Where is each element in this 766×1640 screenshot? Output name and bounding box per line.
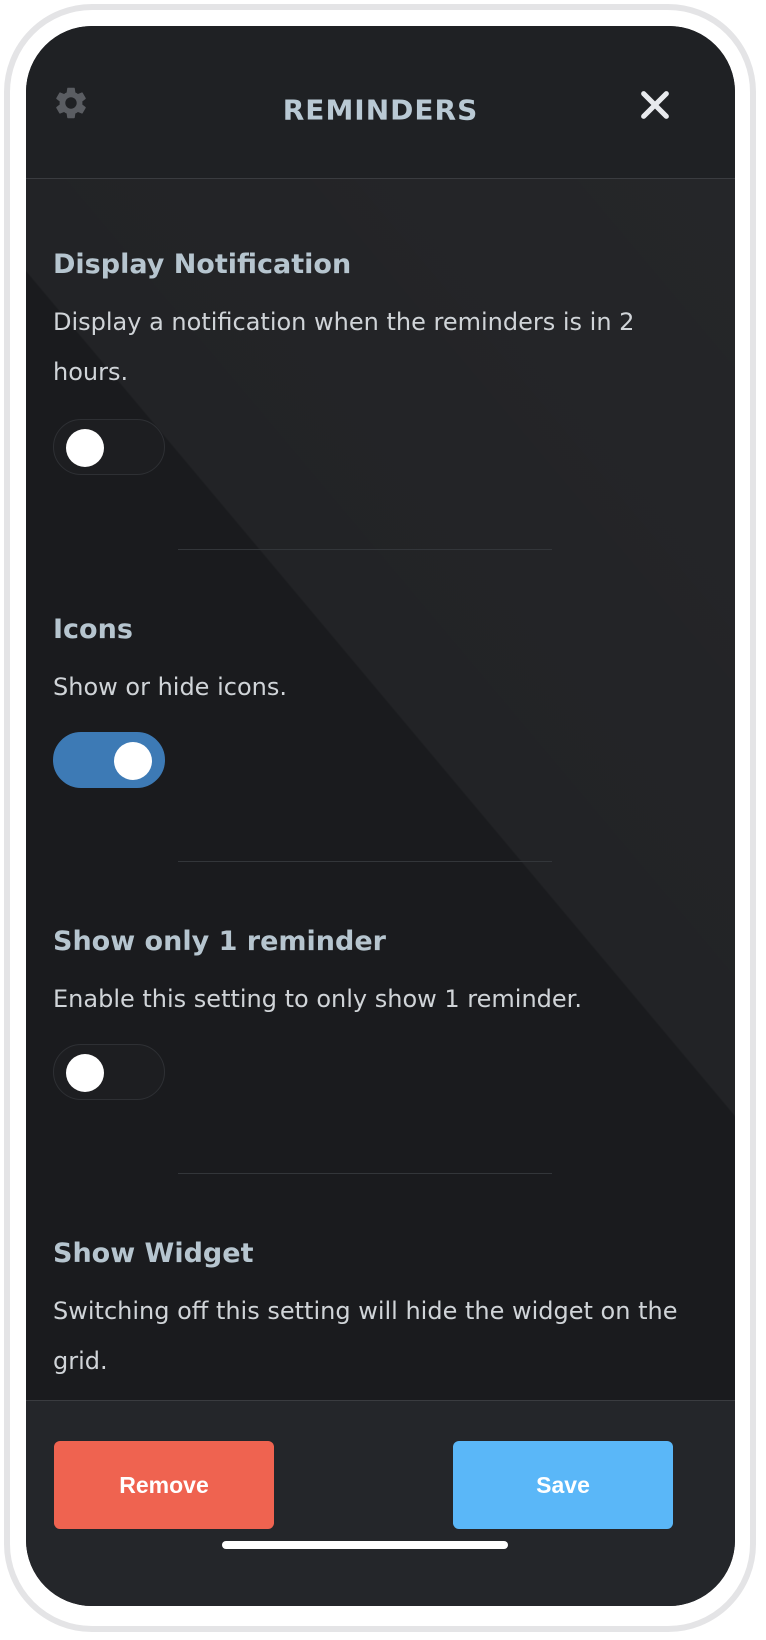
setting-description: Enable this setting to only show 1 remin… xyxy=(53,985,582,1013)
setting-title: Show only 1 reminder xyxy=(53,926,386,957)
page-title: REMINDERS xyxy=(282,93,479,127)
setting-description: Switching off this setting will hide the… xyxy=(53,1297,678,1375)
setting-show-widget: Show Widget Switching off this setting w… xyxy=(53,1234,693,1386)
setting-display-notification: Display Notification Display a notificat… xyxy=(53,245,693,475)
show-only-one-reminder-toggle[interactable] xyxy=(53,1044,165,1100)
remove-button[interactable]: Remove xyxy=(54,1441,274,1529)
setting-description: Show or hide icons. xyxy=(53,673,287,701)
setting-title: Display Notification xyxy=(53,249,352,280)
footer-bar: Remove Save xyxy=(26,1400,735,1606)
setting-title: Icons xyxy=(53,614,133,645)
header-bar: REMINDERS xyxy=(26,26,735,179)
setting-show-only-one-reminder: Show only 1 reminder Enable this setting… xyxy=(53,922,693,1100)
toggle-knob xyxy=(114,742,152,780)
setting-title: Show Widget xyxy=(53,1238,254,1269)
settings-list: Display Notification Display a notificat… xyxy=(26,179,735,1400)
toggle-knob xyxy=(66,429,104,467)
app-screen: REMINDERS Display Notification Display a… xyxy=(26,26,735,1606)
setting-description: Display a notification when the reminder… xyxy=(53,308,635,386)
divider xyxy=(178,1173,552,1174)
close-icon[interactable] xyxy=(638,88,672,122)
toggle-knob xyxy=(66,1054,104,1092)
display-notification-toggle[interactable] xyxy=(53,419,165,475)
divider xyxy=(178,549,552,550)
home-indicator[interactable] xyxy=(222,1541,508,1549)
save-button[interactable]: Save xyxy=(453,1441,673,1529)
divider xyxy=(178,861,552,862)
setting-icons: Icons Show or hide icons. xyxy=(53,610,693,788)
icons-toggle[interactable] xyxy=(53,732,165,788)
